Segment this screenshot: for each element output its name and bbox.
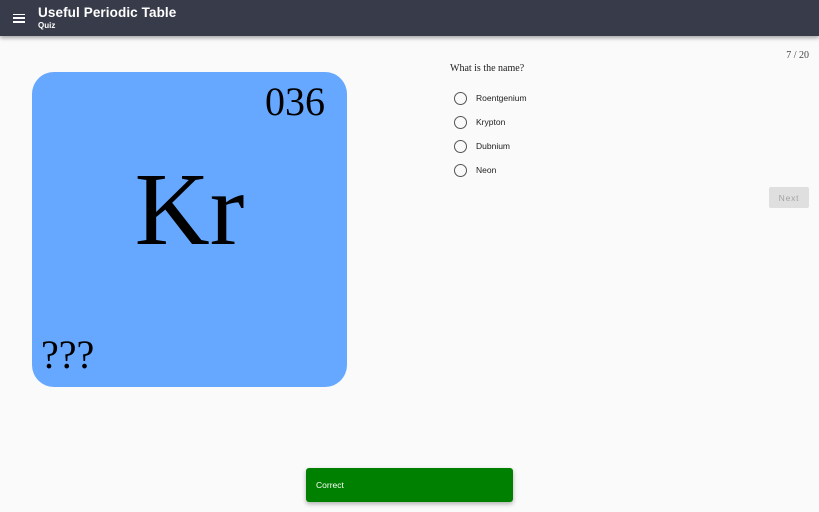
radio-button[interactable]	[454, 91, 467, 105]
element-symbol: Kr	[134, 152, 245, 267]
answer-option-dubnium[interactable]: Dubnium	[454, 134, 527, 158]
radio-button[interactable]	[454, 163, 467, 177]
next-button[interactable]: Next	[769, 187, 809, 208]
app-subtitle: Quiz	[38, 20, 56, 30]
app-title: Useful Periodic Table	[38, 5, 177, 21]
answer-option-label: Dubnium	[476, 141, 511, 151]
answer-option-label: Krypton	[476, 117, 506, 127]
answer-option-krypton[interactable]: Krypton	[454, 110, 527, 134]
atomic-number: 036	[265, 79, 325, 124]
answer-options: Roentgenium Krypton Dubnium Neon	[454, 86, 527, 182]
app-bar: Useful Periodic Table Quiz	[0, 0, 819, 36]
answer-option-neon[interactable]: Neon	[454, 158, 527, 182]
hamburger-menu-icon	[13, 13, 25, 23]
menu-button[interactable]	[0, 0, 38, 36]
feedback-snackbar: Correct	[306, 468, 513, 502]
answer-option-label: Neon	[476, 165, 497, 175]
element-name-hidden: ???	[41, 332, 95, 377]
question-text: What is the name?	[450, 63, 525, 74]
answer-option-roentgenium[interactable]: Roentgenium	[454, 86, 527, 110]
element-tile: 036 Kr ???	[32, 72, 347, 387]
answer-option-label: Roentgenium	[476, 93, 527, 103]
app-bar-titles: Useful Periodic Table Quiz	[38, 6, 176, 30]
snackbar-message: Correct	[316, 480, 344, 490]
radio-button[interactable]	[454, 139, 467, 153]
question-progress: 7 / 20	[786, 50, 809, 61]
radio-button[interactable]	[454, 115, 467, 129]
